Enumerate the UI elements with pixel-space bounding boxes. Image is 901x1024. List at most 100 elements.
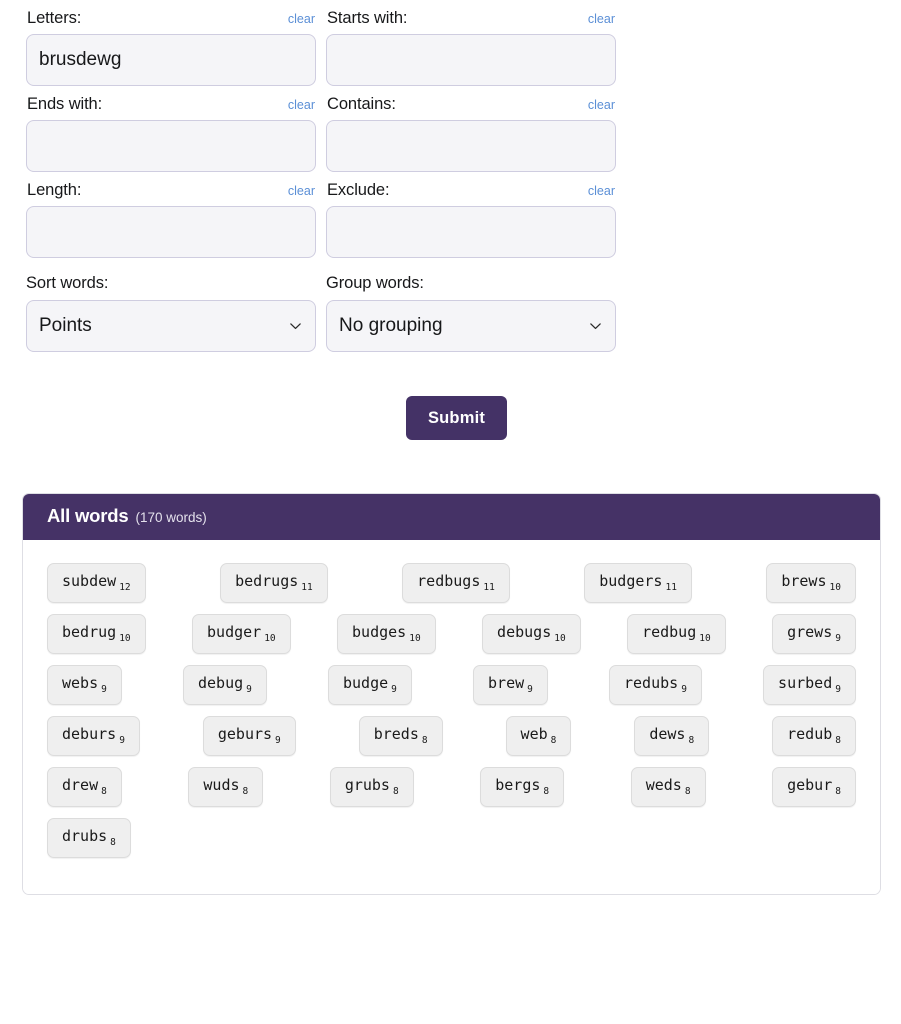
word-text: budger	[207, 623, 262, 641]
word-chip[interactable]: bedrug 10	[47, 614, 146, 654]
word-chip[interactable]: redubs 9	[609, 665, 702, 705]
word-points: 9	[835, 684, 841, 695]
word-points: 11	[665, 582, 677, 593]
word-points: 11	[483, 582, 495, 593]
word-text: budges	[352, 623, 407, 641]
word-text: budge	[343, 674, 389, 692]
word-chip[interactable]: geburs 9	[202, 716, 296, 756]
clear-exclude-link[interactable]: clear	[588, 184, 615, 198]
submit-button[interactable]: Submit	[405, 396, 508, 440]
word-chip[interactable]: grews 9	[772, 614, 856, 654]
word-text: gebur	[787, 776, 833, 794]
field-letters: Letters: clear	[26, 8, 316, 86]
word-chip[interactable]: redub 8	[772, 716, 856, 756]
word-chip[interactable]: gebur 8	[772, 767, 856, 807]
field-row-1: Letters: clear Starts with: clear	[26, 8, 875, 86]
word-text: wuds	[203, 776, 240, 794]
word-chip[interactable]: breds 8	[358, 716, 443, 756]
field-group-words: Group words: No grouping	[326, 273, 616, 352]
word-points: 8	[392, 786, 399, 797]
word-chip[interactable]: deburs 9	[47, 716, 140, 756]
word-chip[interactable]: debug 9	[182, 665, 267, 705]
clear-length-link[interactable]: clear	[288, 184, 315, 198]
word-chip[interactable]: debugs 10	[482, 614, 581, 654]
ends-with-input[interactable]	[26, 120, 316, 172]
word-points: 8	[242, 786, 249, 797]
word-chip[interactable]: budgers 11	[584, 563, 692, 603]
word-text: drubs	[62, 827, 108, 845]
word-chip[interactable]: dews 8	[634, 716, 710, 756]
word-points: 8	[835, 735, 841, 746]
word-points: 8	[421, 735, 428, 746]
word-chip[interactable]: wuds 8	[188, 767, 264, 807]
field-ends-with: Ends with: clear	[26, 94, 316, 172]
word-chip[interactable]: bedrugs 11	[220, 563, 328, 603]
word-chip[interactable]: grubs 8	[329, 767, 414, 807]
field-letters-head: Letters: clear	[26, 8, 316, 30]
word-chip[interactable]: brew 9	[473, 665, 548, 705]
results-header: All words (170 words)	[23, 494, 880, 540]
word-points: 11	[301, 582, 313, 593]
word-chip[interactable]: drew 8	[47, 767, 122, 807]
word-chip[interactable]: brews 10	[766, 563, 856, 603]
field-ends-with-head: Ends with: clear	[26, 94, 316, 116]
starts-with-input[interactable]	[326, 34, 616, 86]
group-words-select[interactable]: No grouping	[326, 300, 616, 352]
field-exclude-head: Exclude: clear	[326, 180, 616, 202]
contains-input[interactable]	[326, 120, 616, 172]
word-points: 8	[688, 735, 695, 746]
results-card: All words (170 words) subdew 12 bedrugs 11 r…	[22, 493, 881, 895]
clear-letters-link[interactable]: clear	[288, 12, 315, 26]
length-input[interactable]	[26, 206, 316, 258]
word-text: redbugs	[417, 572, 481, 590]
word-chip[interactable]: web 8	[505, 716, 572, 756]
word-text: drew	[62, 776, 99, 794]
clear-contains-link[interactable]: clear	[588, 98, 615, 112]
word-text: surbed	[778, 674, 833, 692]
word-text: bedrugs	[235, 572, 299, 590]
word-points: 12	[119, 582, 131, 593]
word-chip[interactable]: budges 10	[337, 614, 436, 654]
sort-words-select[interactable]: Points	[26, 300, 316, 352]
word-chip[interactable]: drubs 8	[47, 818, 131, 858]
clear-ends-with-link[interactable]: clear	[288, 98, 315, 112]
word-points: 9	[391, 684, 397, 695]
word-chip[interactable]: subdew 12	[47, 563, 146, 603]
word-text: dews	[649, 725, 686, 743]
word-text: webs	[62, 674, 99, 692]
word-text: debug	[197, 674, 244, 692]
field-row-3: Length: clear Exclude: clear	[26, 180, 875, 258]
field-sort-words: Sort words: Points	[26, 273, 316, 352]
word-points: 9	[119, 735, 125, 746]
field-contains-label: Contains:	[327, 95, 396, 113]
word-text: grews	[787, 623, 833, 641]
group-words-select-wrap: No grouping	[326, 300, 616, 352]
word-points: 8	[835, 786, 841, 797]
word-chip[interactable]: surbed 9	[763, 665, 856, 705]
word-chip[interactable]: redbugs 11	[402, 563, 510, 603]
word-chip[interactable]: webs 9	[47, 665, 122, 705]
word-points: 9	[681, 684, 687, 695]
word-points: 9	[101, 684, 107, 695]
field-starts-with-label: Starts with:	[327, 9, 408, 27]
sort-words-select-wrap: Points	[26, 300, 316, 352]
search-form: Letters: clear Starts with: clear Ends w…	[0, 0, 901, 440]
field-exclude: Exclude: clear	[326, 180, 616, 258]
word-row: subdew 12 bedrugs 11 redbugs 11 budgers 11 brews…	[47, 563, 856, 603]
word-text: brew	[488, 674, 525, 692]
word-text: grubs	[344, 776, 390, 794]
word-points: 10	[119, 633, 131, 644]
exclude-input[interactable]	[326, 206, 616, 258]
word-row: drubs 8	[47, 818, 856, 858]
word-chip[interactable]: bergs 8	[480, 767, 565, 807]
field-length-head: Length: clear	[26, 180, 316, 202]
letters-input[interactable]	[26, 34, 316, 86]
sort-words-value: Points	[39, 315, 92, 336]
word-chip[interactable]: redbug 10	[627, 614, 726, 654]
clear-starts-with-link[interactable]: clear	[588, 12, 615, 26]
field-letters-label: Letters:	[27, 9, 82, 27]
word-chip[interactable]: weds 8	[630, 767, 706, 807]
word-chip[interactable]: budger 10	[192, 614, 291, 654]
field-ends-with-label: Ends with:	[27, 95, 103, 113]
word-chip[interactable]: budge 9	[328, 665, 412, 705]
